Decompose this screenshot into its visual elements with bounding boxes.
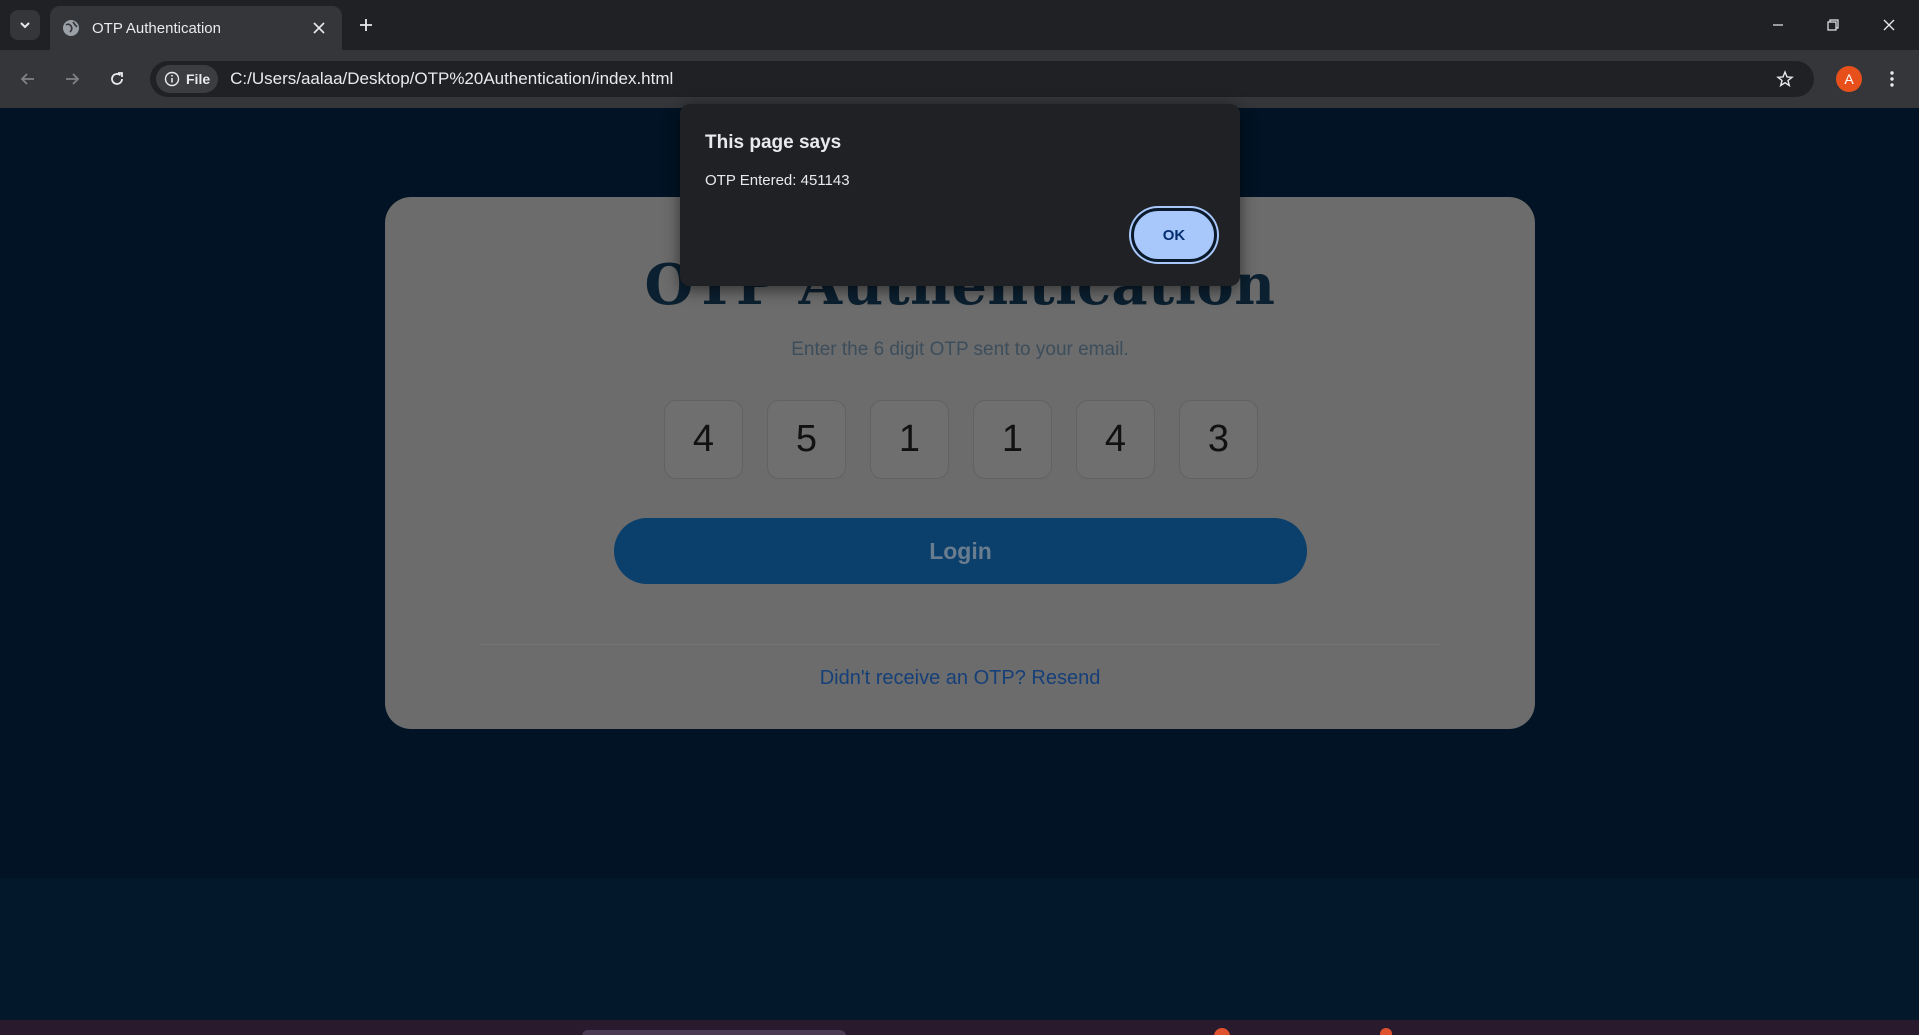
close-window-button[interactable] xyxy=(1866,8,1912,42)
otp-digit-3[interactable]: 1 xyxy=(870,400,949,479)
new-tab-button[interactable] xyxy=(352,11,380,39)
profile-avatar[interactable]: A xyxy=(1836,66,1862,92)
address-bar[interactable]: File C:/Users/aalaa/Desktop/OTP%20Authen… xyxy=(150,61,1814,97)
back-button[interactable] xyxy=(12,63,44,95)
otp-digit-4[interactable]: 1 xyxy=(973,400,1052,479)
plus-icon xyxy=(360,19,372,31)
taskbar-search[interactable] xyxy=(582,1030,846,1035)
minimize-button[interactable] xyxy=(1755,8,1801,42)
ok-button[interactable]: OK xyxy=(1131,208,1217,262)
restore-button[interactable] xyxy=(1810,8,1856,42)
otp-digit-2[interactable]: 5 xyxy=(767,400,846,479)
forward-button[interactable] xyxy=(56,63,88,95)
globe-icon xyxy=(63,20,79,36)
otp-digit-5[interactable]: 4 xyxy=(1076,400,1155,479)
otp-digit-1[interactable]: 4 xyxy=(664,400,743,479)
chevron-down-icon xyxy=(20,22,30,29)
resend-otp-link[interactable]: Didn't receive an OTP? Resend xyxy=(385,667,1535,690)
arrow-right-icon xyxy=(66,73,80,85)
url-text[interactable]: C:/Users/aalaa/Desktop/OTP%20Authenticat… xyxy=(230,69,673,89)
bookmark-button[interactable] xyxy=(1770,64,1800,94)
info-icon xyxy=(164,71,180,87)
page-subtitle: Enter the 6 digit OTP sent to your email… xyxy=(791,339,1129,360)
reload-button[interactable] xyxy=(101,63,133,95)
reload-icon xyxy=(111,72,123,85)
arrow-left-icon xyxy=(20,73,34,85)
tab-strip: OTP Authentication xyxy=(0,0,1919,50)
site-info-chip[interactable]: File xyxy=(156,65,219,93)
close-icon xyxy=(1883,19,1895,31)
alert-dialog: This page says OTP Entered: 451143 OK xyxy=(680,104,1240,286)
taskbar-app-icon[interactable] xyxy=(1380,1028,1392,1035)
dialog-message: OTP Entered: 451143 xyxy=(705,172,850,189)
dialog-title: This page says xyxy=(705,132,842,153)
tab-title: OTP Authentication xyxy=(92,19,221,37)
otp-inputs: 4 5 1 1 4 3 xyxy=(664,400,1258,479)
os-taskbar xyxy=(0,1020,1919,1035)
login-button[interactable]: Login xyxy=(614,518,1307,584)
page-viewport-lower xyxy=(0,878,1919,1020)
site-chip-label: File xyxy=(186,71,211,87)
browser-menu-button[interactable] xyxy=(1882,64,1902,94)
restore-icon xyxy=(1827,19,1839,31)
divider xyxy=(480,644,1440,645)
minimize-icon xyxy=(1773,24,1783,26)
otp-digit-6[interactable]: 3 xyxy=(1179,400,1258,479)
tab-search-button[interactable] xyxy=(10,10,40,40)
browser-tab[interactable]: OTP Authentication xyxy=(50,6,342,50)
star-icon xyxy=(1776,70,1794,88)
more-vert-icon xyxy=(1890,71,1894,87)
close-tab-icon[interactable] xyxy=(308,17,330,39)
